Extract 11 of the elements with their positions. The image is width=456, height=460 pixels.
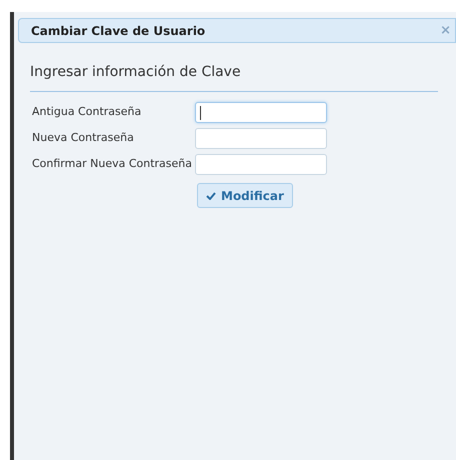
field-label: Confirmar Nueva Contraseña: [31, 156, 193, 172]
field-label: Nueva Contraseña: [31, 130, 135, 146]
section-heading: Ingresar información de Clave: [30, 63, 242, 82]
modify-button[interactable]: Modificar: [197, 183, 293, 208]
input-field[interactable]: [195, 154, 327, 175]
input-field[interactable]: [195, 128, 327, 149]
checkmark-icon: [206, 192, 216, 200]
field-label: Antigua Contraseña: [31, 104, 142, 120]
text-cursor: [200, 106, 201, 120]
input-field[interactable]: [195, 102, 327, 123]
dialog-title: Cambiar Clave de Usuario: [31, 22, 206, 40]
